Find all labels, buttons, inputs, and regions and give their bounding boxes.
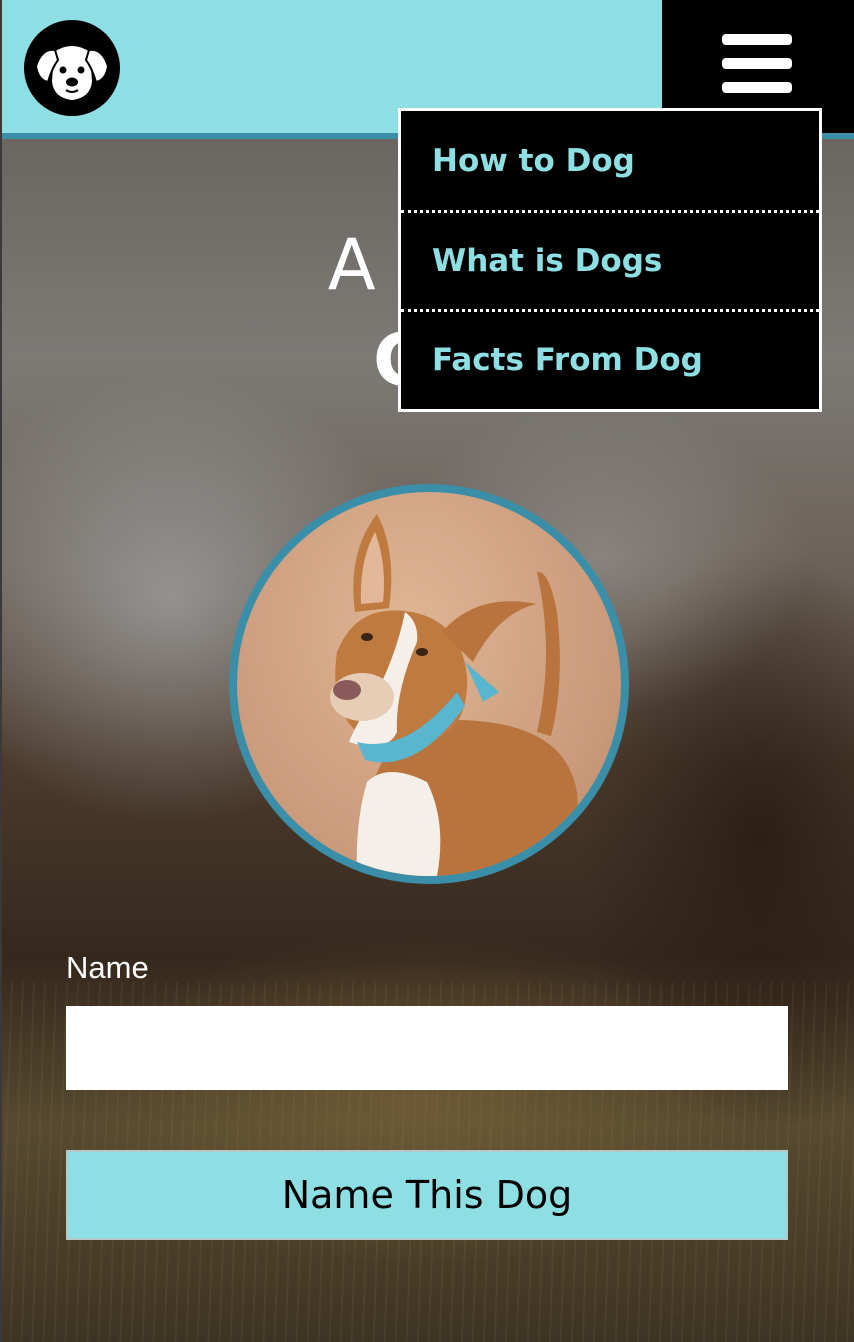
nav-dropdown-menu: How to Dog What is Dogs Facts From Dog [398, 108, 822, 412]
nav-item-what-is-dogs[interactable]: What is Dogs [401, 210, 819, 309]
dog-photo [229, 484, 629, 884]
name-label: Name [66, 950, 149, 985]
nav-item-facts-from-dog[interactable]: Facts From Dog [401, 309, 819, 408]
name-input[interactable] [66, 1006, 788, 1090]
name-this-dog-button[interactable]: Name This Dog [66, 1150, 788, 1240]
nav-item-how-to-dog[interactable]: How to Dog [401, 111, 819, 210]
window-edge [0, 0, 2, 1342]
dog-logo-icon[interactable] [24, 20, 120, 116]
